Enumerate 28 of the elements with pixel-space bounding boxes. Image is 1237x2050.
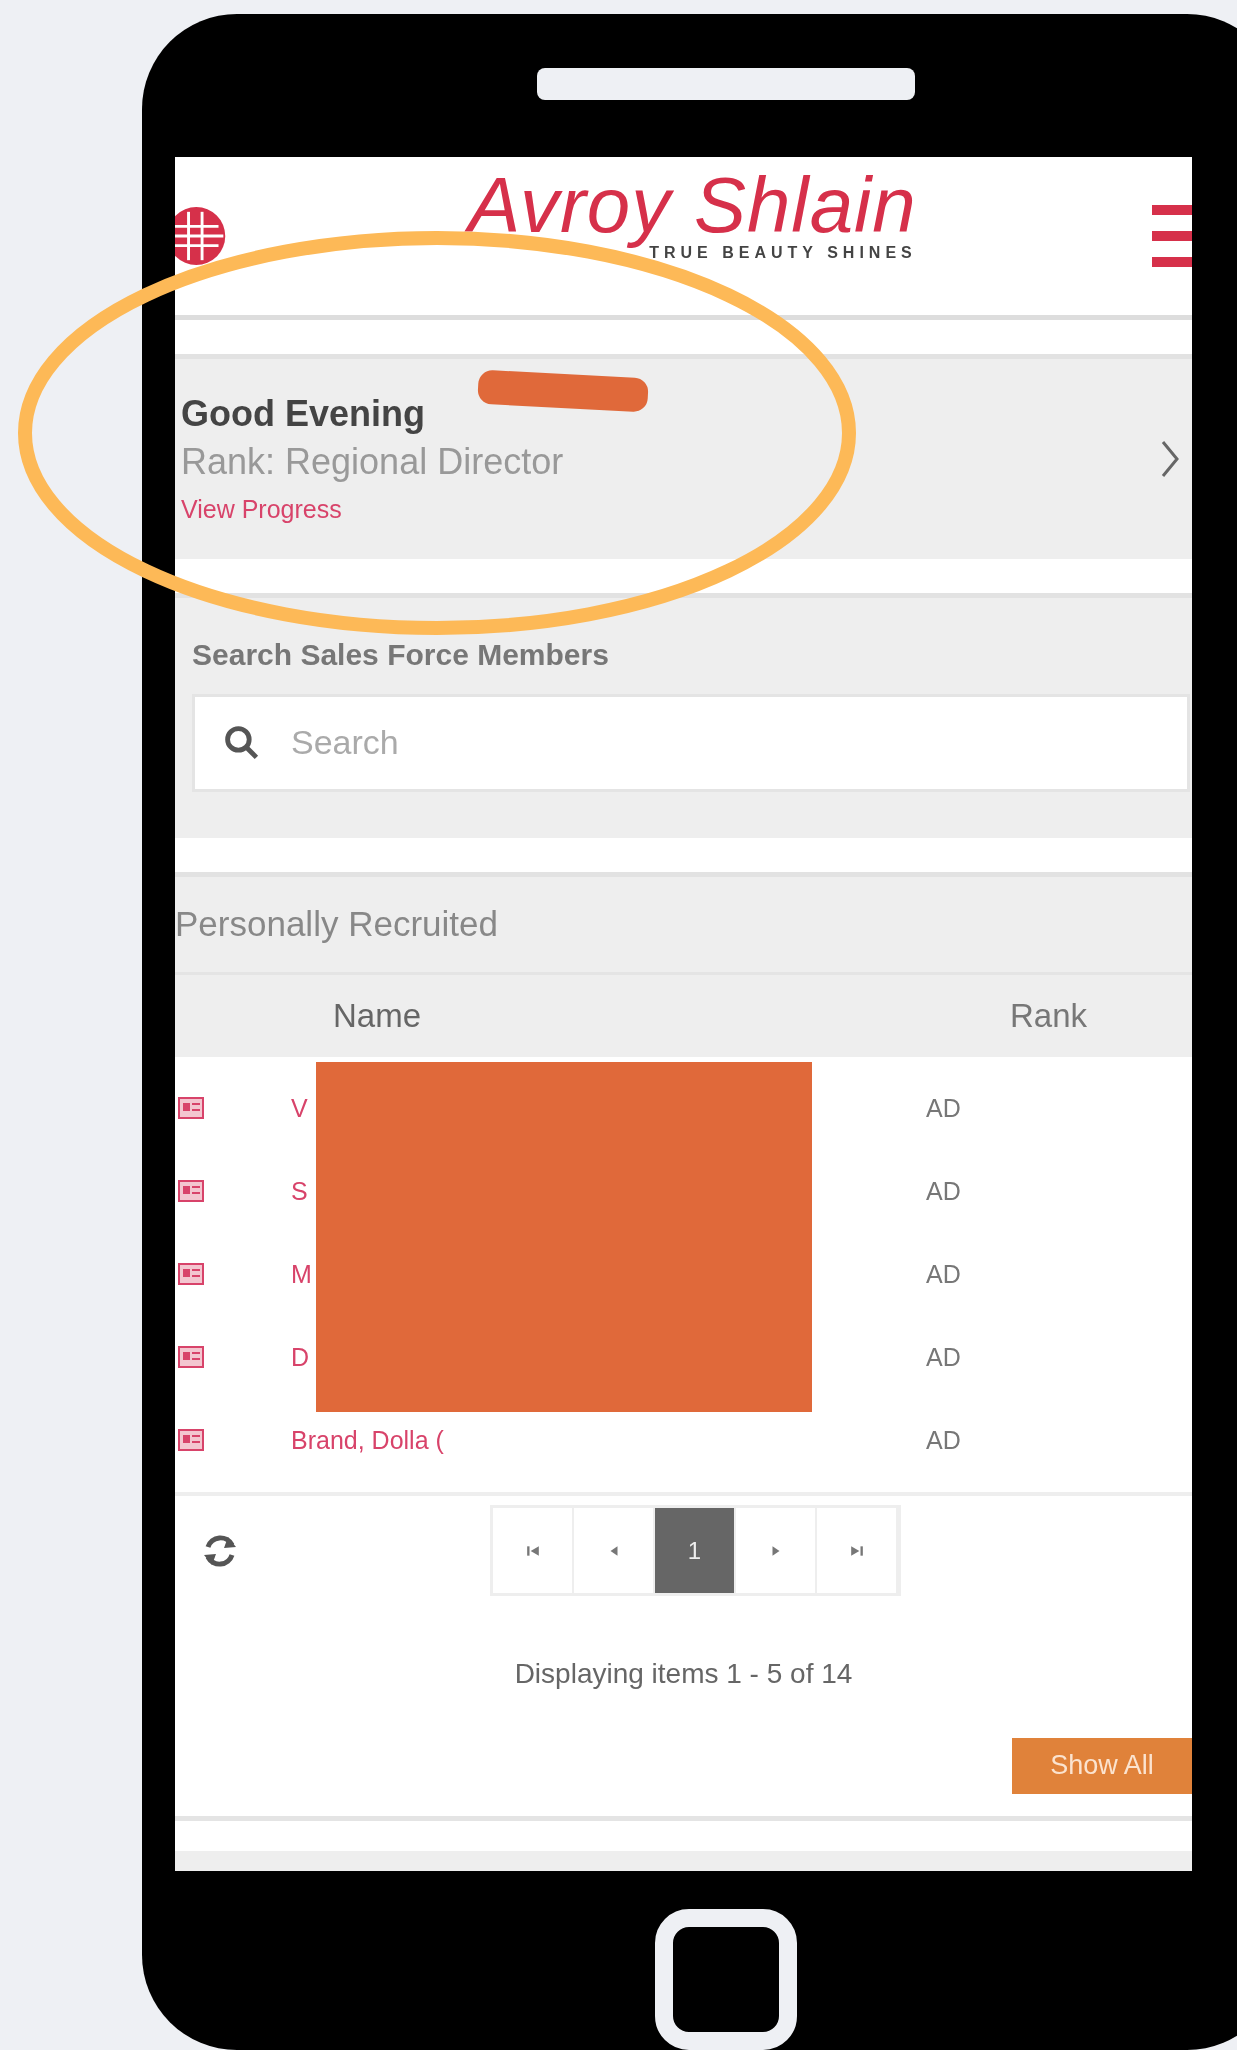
member-name-link[interactable]: Brand, Dolla ( <box>291 1425 444 1454</box>
greeting-title: Good Evening <box>181 393 426 436</box>
table-cell: AD <box>926 1176 961 1206</box>
search-field[interactable]: Search <box>192 693 1190 792</box>
page-number-button[interactable]: 1 <box>655 1508 736 1594</box>
member-name-link[interactable]: S <box>291 1176 308 1205</box>
rank-label: Rank: Regional Director <box>181 441 564 484</box>
greeting-panel[interactable]: Good Evening Rank: Regional Director View Progress <box>175 358 1192 559</box>
last-page-icon <box>849 1543 864 1558</box>
chevron-right-icon[interactable] <box>1160 438 1180 479</box>
table-cell: AD <box>926 1342 961 1372</box>
home-button[interactable] <box>655 1908 797 2050</box>
column-header: Name <box>333 996 422 1035</box>
section-title: Personally Recruited <box>175 904 498 945</box>
first-page-icon <box>525 1543 540 1558</box>
logo-tagline: TRUE BEAUTY SHINES <box>649 243 917 262</box>
table-cell: AD <box>926 1425 961 1455</box>
search-label: Search Sales Force Members <box>192 637 610 672</box>
view-progress-link[interactable]: View Progress <box>181 495 564 525</box>
member-name-link[interactable]: D <box>291 1342 310 1371</box>
column-header: Rank <box>1009 996 1087 1035</box>
pager-summary: Displaying items 1 - 5 of 14 <box>514 1657 853 1690</box>
table-cell: AD <box>926 1259 961 1289</box>
show-all-button[interactable]: Show All <box>1012 1737 1192 1794</box>
table-cell: AD <box>926 1093 961 1123</box>
member-name-link[interactable]: V <box>291 1093 308 1122</box>
search-icon <box>224 724 260 761</box>
member-name-link[interactable]: M <box>291 1259 312 1288</box>
